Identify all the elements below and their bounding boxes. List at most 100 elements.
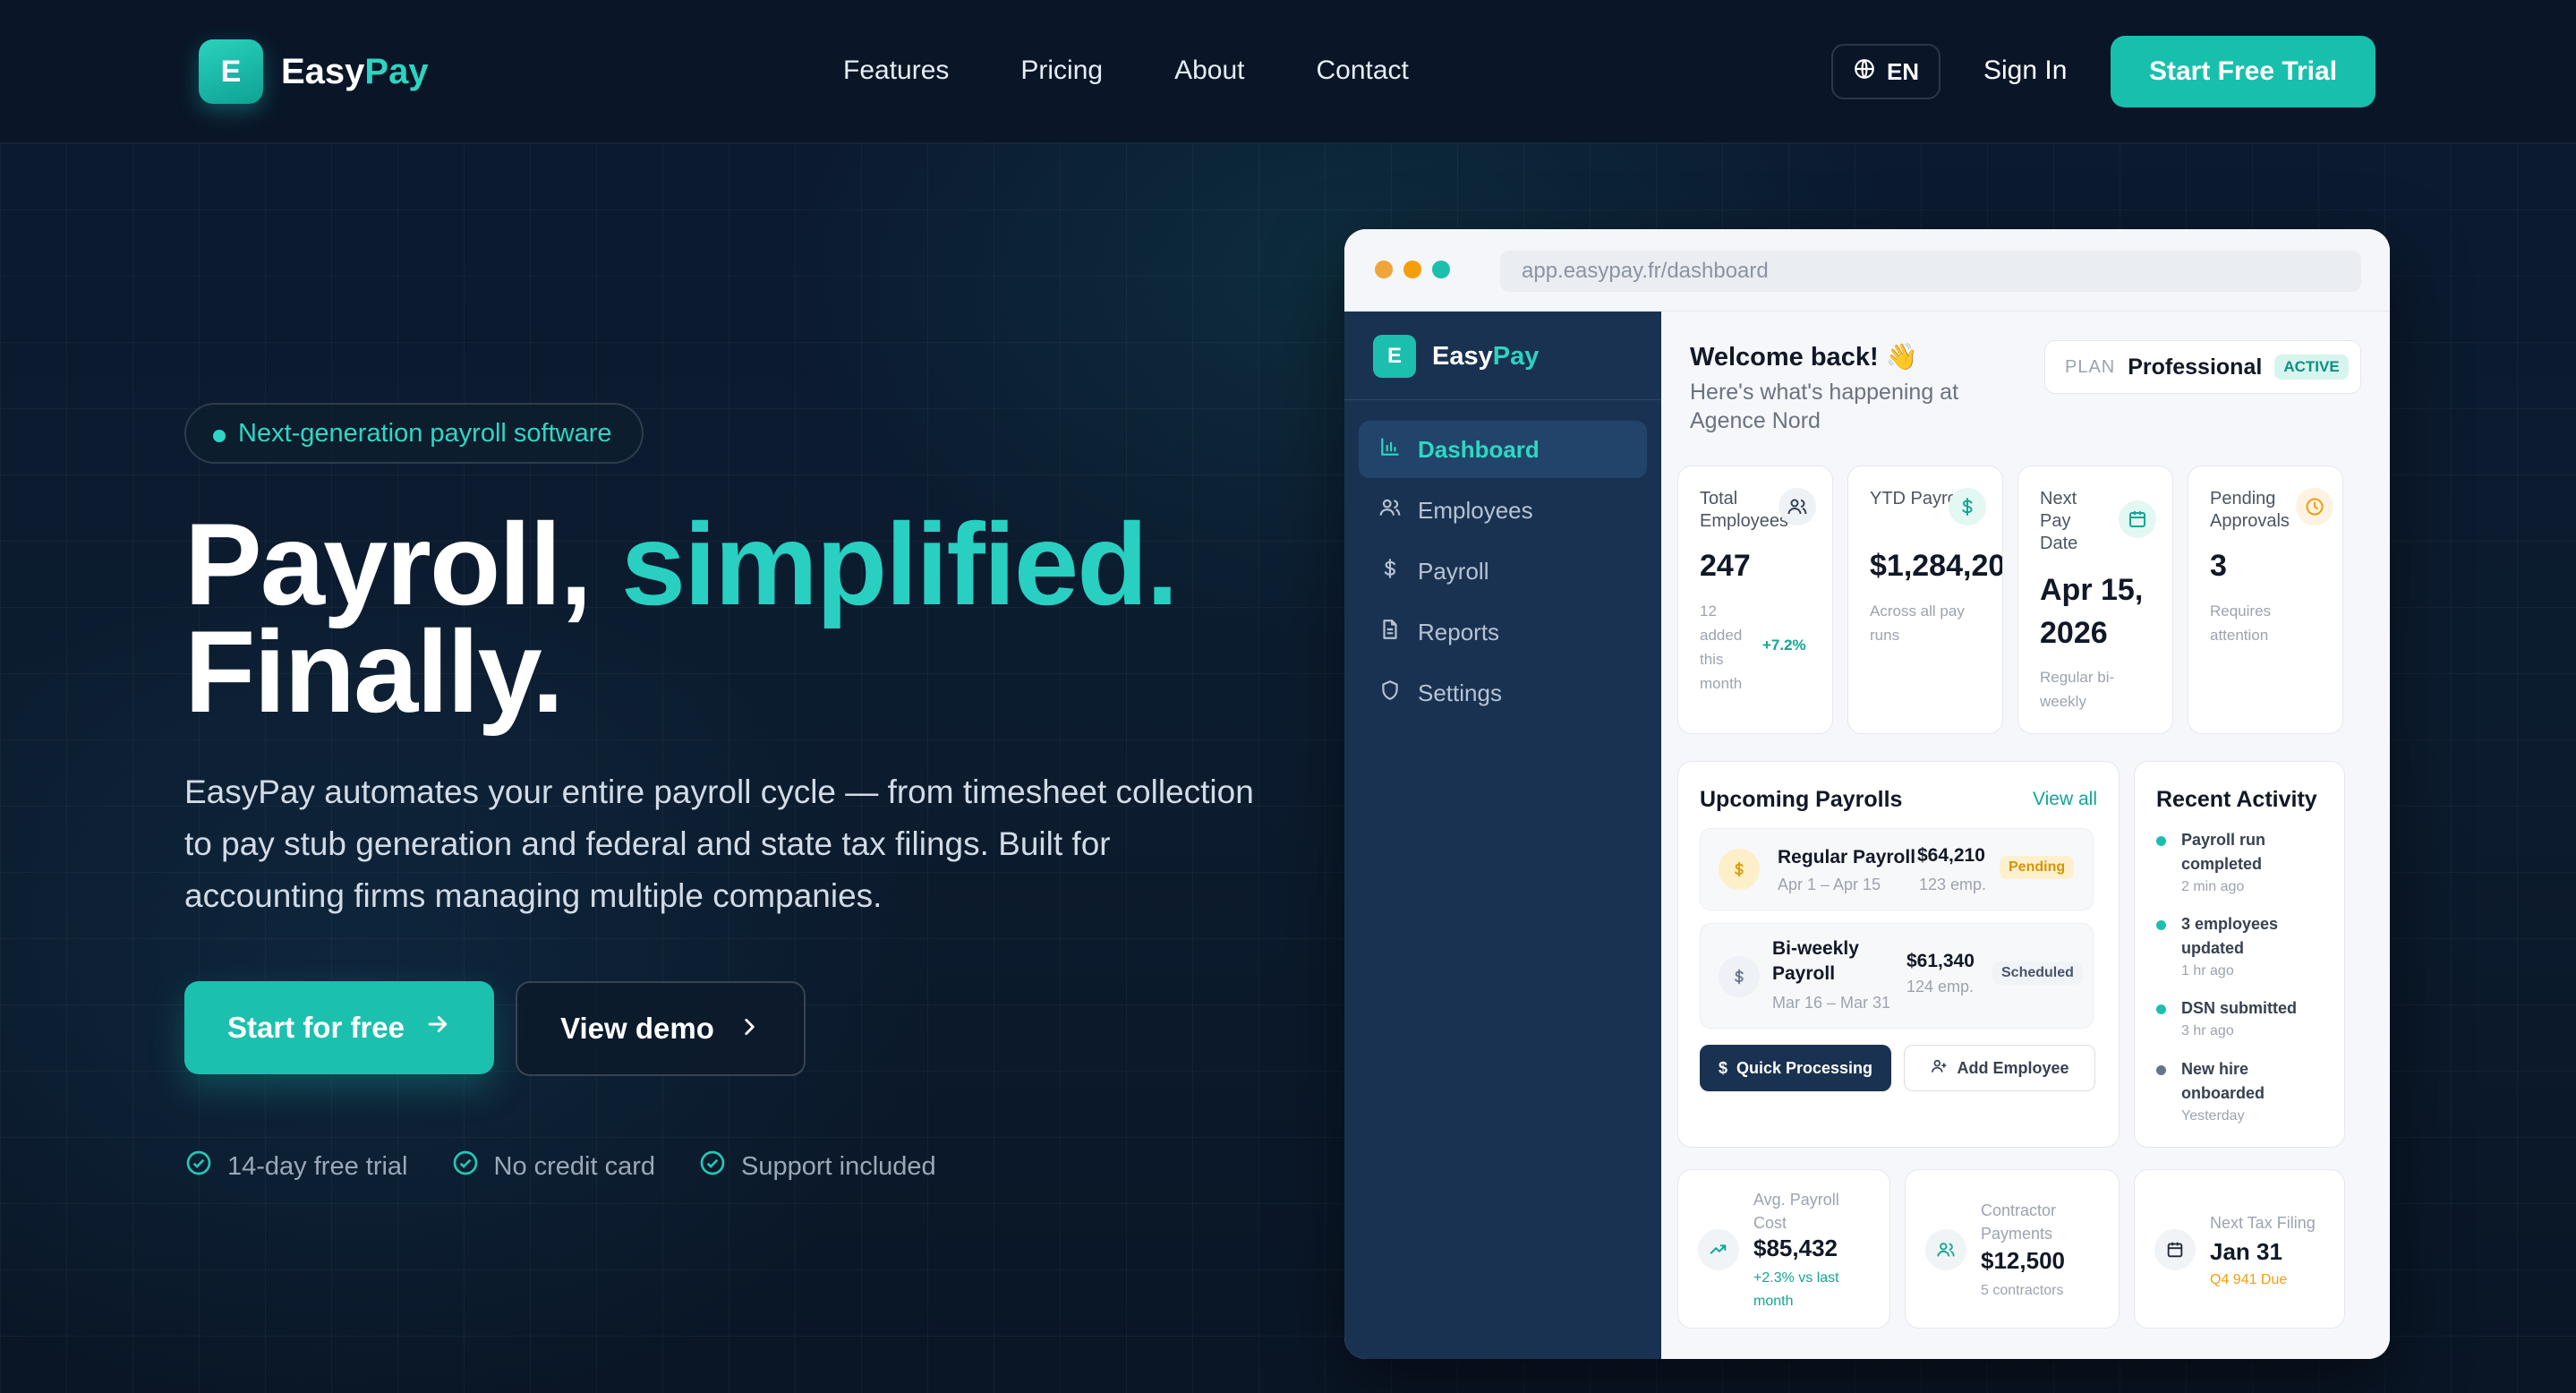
shield-icon bbox=[1378, 679, 1402, 708]
kpi-value: Jan 31 bbox=[2210, 1238, 2282, 1265]
nav-pricing[interactable]: Pricing bbox=[1020, 56, 1103, 86]
users-icon bbox=[1925, 1229, 1966, 1270]
stat-card-total-employees[interactable]: Total Employees 247 12 added this month … bbox=[1677, 466, 1833, 734]
users-icon bbox=[1778, 488, 1816, 526]
view-all-link[interactable]: View all bbox=[2033, 789, 2097, 810]
check-circle-icon bbox=[451, 1149, 480, 1184]
kpi-label: Avg. Payroll Cost bbox=[1753, 1191, 1839, 1232]
check-item: Support included bbox=[698, 1149, 936, 1184]
traffic-light-yellow bbox=[1403, 261, 1421, 278]
stat-label: Pending Approvals bbox=[2210, 489, 2290, 531]
logo-text: EasyPay bbox=[281, 51, 429, 91]
payroll-row[interactable]: Regular Payroll Apr 1 – Apr 15 $64,210 1… bbox=[1700, 828, 2094, 910]
arrow-right-icon bbox=[424, 1011, 451, 1045]
document-icon bbox=[1378, 618, 1402, 647]
payroll-name: Bi-weekly Payroll bbox=[1772, 938, 1859, 984]
chevron-right-icon bbox=[738, 1012, 761, 1046]
payroll-amount: $64,210 bbox=[1917, 845, 1985, 866]
stat-card-pending-approvals[interactable]: Pending Approvals 3 Requires attention bbox=[2188, 466, 2343, 734]
stat-card-ytd-payroll[interactable]: YTD Payroll $1,284,200 Across all pay ru… bbox=[1847, 466, 2003, 734]
browser-titlebar: app.easypay.fr/dashboard bbox=[1344, 229, 2390, 312]
check-item: No credit card bbox=[451, 1149, 655, 1184]
welcome-subtitle: Here's what's happening at Agence Nord bbox=[1690, 380, 1959, 433]
sidebar-logo[interactable]: E EasyPay bbox=[1373, 335, 1539, 378]
badge-text: Next-generation payroll software bbox=[238, 418, 612, 448]
sidebar-logo-text: EasyPay bbox=[1432, 341, 1540, 371]
users-icon bbox=[1378, 496, 1402, 526]
trending-up-icon bbox=[1698, 1229, 1739, 1270]
globe-icon bbox=[1853, 57, 1876, 87]
sidebar-item-dashboard[interactable]: Dashboard bbox=[1359, 421, 1647, 478]
kpi-subtext: Q4 941 Due bbox=[2210, 1272, 2288, 1287]
kpi-label: Contractor Payments bbox=[1981, 1201, 2057, 1243]
kpi-value: $12,500 bbox=[1981, 1247, 2065, 1274]
dashboard-preview-window: app.easypay.fr/dashboard E EasyPay Dashb… bbox=[1344, 229, 2390, 1359]
calendar-icon bbox=[2119, 500, 2156, 538]
welcome-block: Welcome back! 👋 Here's what's happening … bbox=[1690, 342, 1994, 435]
recent-activity-card: Recent Activity Payroll run completed 2 … bbox=[2134, 761, 2345, 1148]
stat-value: $1,284,200 bbox=[1870, 549, 2002, 583]
dollar-icon bbox=[1378, 557, 1402, 586]
activity-item: Payroll run completed 2 min ago bbox=[2156, 828, 2335, 898]
start-for-free-button[interactable]: Start for free bbox=[184, 981, 494, 1074]
plan-status-badge: ACTIVE bbox=[2274, 355, 2349, 380]
status-badge: Scheduled bbox=[1992, 961, 2083, 985]
dollar-icon bbox=[1719, 956, 1760, 997]
plan-badge[interactable]: PLAN Professional ACTIVE bbox=[2044, 340, 2361, 394]
badge-dot bbox=[213, 430, 226, 442]
activity-item: New hire onboarded Yesterday bbox=[2156, 1057, 2335, 1127]
stat-subtext: Regular bi-weekly bbox=[2040, 669, 2115, 710]
payroll-dates: Apr 1 – Apr 15 bbox=[1778, 876, 1881, 893]
payroll-employees: 123 emp. bbox=[1919, 876, 1987, 893]
recent-activity-title: Recent Activity bbox=[2156, 787, 2317, 812]
add-employee-button[interactable]: Add Employee bbox=[1904, 1045, 2095, 1091]
start-free-trial-button[interactable]: Start Free Trial bbox=[2111, 36, 2376, 107]
check-item: 14-day free trial bbox=[184, 1149, 408, 1184]
sidebar-item-payroll[interactable]: Payroll bbox=[1359, 543, 1647, 600]
plan-value: Professional bbox=[2128, 354, 2263, 380]
view-demo-button[interactable]: View demo bbox=[516, 981, 806, 1076]
nav-about[interactable]: About bbox=[1174, 56, 1244, 86]
payroll-amount: $61,340 bbox=[1906, 951, 1975, 971]
traffic-light-orange bbox=[1375, 261, 1393, 278]
quick-processing-button[interactable]: $ Quick Processing bbox=[1700, 1045, 1891, 1091]
dollar-icon: $ bbox=[1718, 1058, 1727, 1077]
payroll-row[interactable]: Bi-weekly Payroll Mar 16 – Mar 31 $61,34… bbox=[1700, 923, 2094, 1029]
payroll-dates: Mar 16 – Mar 31 bbox=[1772, 994, 1891, 1012]
brand-logo[interactable]: E EasyPay bbox=[199, 39, 429, 104]
plan-label: PLAN bbox=[2065, 356, 2116, 377]
stat-card-next-pay-date[interactable]: Next Pay Date Apr 15, 2026 Regular bi-we… bbox=[2017, 466, 2173, 734]
kpi-subtext: +2.3% vs last month bbox=[1753, 1270, 1839, 1309]
url-bar[interactable]: app.easypay.fr/dashboard bbox=[1500, 251, 2361, 292]
dollar-icon bbox=[1949, 488, 1986, 526]
stat-subtext: 12 added this month bbox=[1700, 602, 1743, 692]
sidebar-item-settings[interactable]: Settings bbox=[1359, 664, 1647, 722]
sidebar-item-reports[interactable]: Reports bbox=[1359, 603, 1647, 661]
nav-features[interactable]: Features bbox=[843, 56, 949, 86]
upcoming-payrolls-title: Upcoming Payrolls bbox=[1700, 787, 1903, 812]
hero-badge: Next-generation payroll software bbox=[184, 403, 644, 464]
clock-icon bbox=[2296, 488, 2333, 526]
kpi-card-next-tax-filing[interactable]: Next Tax Filing Jan 31 Q4 941 Due bbox=[2134, 1169, 2345, 1329]
hero-description: EasyPay automates your entire payroll cy… bbox=[184, 773, 1254, 914]
stat-subtext: Across all pay runs bbox=[1870, 602, 1965, 644]
stat-label: Next Pay Date bbox=[2040, 489, 2078, 553]
hero-title: Payroll, simplified. Finally. bbox=[184, 499, 1179, 737]
kpi-card-avg-payroll-cost[interactable]: Avg. Payroll Cost $85,432 +2.3% vs last … bbox=[1677, 1169, 1890, 1329]
sidebar-item-employees[interactable]: Employees bbox=[1359, 482, 1647, 539]
stat-subtext: Requires attention bbox=[2210, 602, 2272, 644]
dollar-icon bbox=[1719, 849, 1760, 890]
sidebar-logo-mark: E bbox=[1373, 335, 1416, 378]
language-label: EN bbox=[1886, 57, 1920, 85]
language-switcher[interactable]: EN bbox=[1831, 44, 1941, 99]
kpi-value: $85,432 bbox=[1753, 1235, 1838, 1261]
check-circle-icon bbox=[184, 1149, 213, 1184]
activity-item: DSN submitted 3 hr ago bbox=[2156, 996, 2335, 1042]
nav-contact[interactable]: Contact bbox=[1317, 56, 1409, 86]
sign-in-link[interactable]: Sign In bbox=[1983, 56, 2067, 86]
kpi-card-contractor-payments[interactable]: Contractor Payments $12,500 5 contractor… bbox=[1905, 1169, 2120, 1329]
stat-value: Apr 15, 2026 bbox=[2040, 573, 2144, 650]
sidebar-divider bbox=[1344, 399, 1661, 400]
hero-checklist: 14-day free trial No credit card Support… bbox=[184, 1149, 936, 1184]
upcoming-payrolls-card: Upcoming Payrolls View all Regular Payro… bbox=[1677, 761, 2120, 1148]
